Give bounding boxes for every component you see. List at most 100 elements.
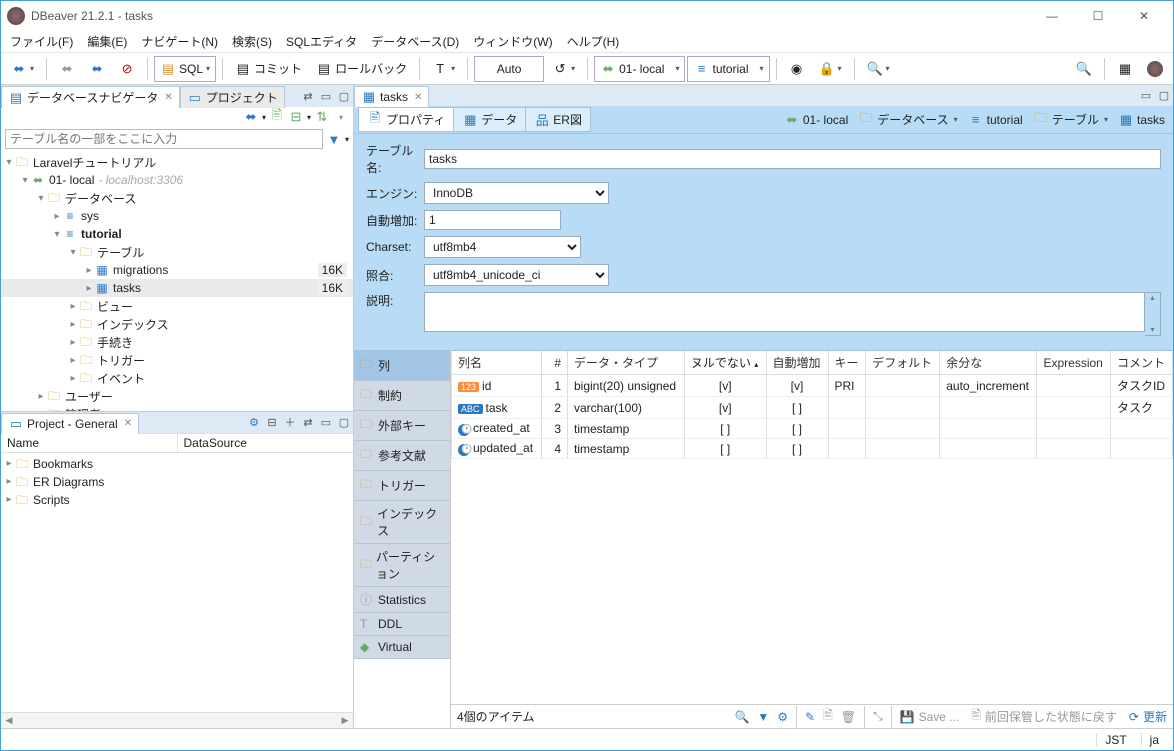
global-search-button[interactable]: 🔍 bbox=[1070, 56, 1098, 82]
project-tab[interactable]: ▭Project - General✕ bbox=[1, 413, 139, 434]
tree-item-root[interactable]: Laravelチュートリアル bbox=[33, 154, 156, 171]
minimize-button[interactable]: — bbox=[1029, 1, 1075, 31]
tree-item-databases[interactable]: データベース bbox=[65, 190, 136, 207]
input-autoinc[interactable] bbox=[424, 210, 561, 230]
grid-h-name[interactable]: 列名 bbox=[452, 351, 542, 375]
menu-sql[interactable]: SQLエディタ bbox=[279, 30, 364, 53]
minimize-view-icon[interactable]: ▭ bbox=[319, 415, 333, 429]
close-icon[interactable]: ✕ bbox=[124, 418, 132, 429]
sidetab-columns[interactable]: 🗀列 bbox=[354, 351, 450, 381]
tree-item-users[interactable]: ユーザー bbox=[65, 388, 113, 405]
menu-search[interactable]: 検索(S) bbox=[225, 30, 279, 53]
select-collation[interactable]: utf8mb4_unicode_ci bbox=[424, 264, 609, 286]
bc-tables[interactable]: 🗀テーブル▾ bbox=[1029, 109, 1112, 130]
table-row[interactable]: 🕐updated_at4timestamp[ ][ ] bbox=[452, 439, 1173, 459]
tree-item-tasks[interactable]: tasks bbox=[113, 281, 141, 295]
collapse-icon[interactable]: ⊟ bbox=[265, 415, 279, 429]
sidetab-ddl[interactable]: TDDL bbox=[354, 613, 450, 636]
connect-button[interactable]: ⬌ bbox=[53, 56, 81, 82]
menu-database[interactable]: データベース(D) bbox=[364, 30, 466, 53]
database-select[interactable]: ≡tutorial▾ bbox=[687, 56, 769, 82]
grid-h-num[interactable]: # bbox=[542, 351, 568, 375]
col-name-header[interactable]: Name bbox=[1, 434, 178, 452]
table-row[interactable]: ABCtask2varchar(100)[v][ ]タスク bbox=[452, 397, 1173, 419]
tab-db-navigator[interactable]: ▤データベースナビゲータ✕ bbox=[1, 86, 180, 108]
sidetab-refs[interactable]: 🗀参考文献 bbox=[354, 441, 450, 471]
bc-database-folder[interactable]: 🗀データベース▾ bbox=[854, 109, 961, 130]
grid-h-autoinc[interactable]: 自動増加 bbox=[766, 351, 828, 375]
new-conn-icon[interactable]: ⬌ bbox=[243, 109, 259, 125]
tree-item-tables[interactable]: テーブル bbox=[97, 244, 144, 261]
textarea-description[interactable] bbox=[424, 292, 1145, 332]
tree-item-tutorial[interactable]: tutorial bbox=[81, 227, 122, 241]
grid-h-type[interactable]: データ・タイプ bbox=[568, 351, 685, 375]
bc-tasks[interactable]: ▦tasks bbox=[1114, 110, 1169, 130]
sql-editor-button[interactable]: ▤SQL▾ bbox=[154, 56, 216, 82]
new-connection-button[interactable]: ⬌▾ bbox=[5, 56, 40, 82]
sidetab-constraints[interactable]: 🗀制約 bbox=[354, 381, 450, 411]
rollback-button[interactable]: ▤ロールバック bbox=[310, 56, 413, 82]
sidetab-stats[interactable]: ⓘStatistics bbox=[354, 587, 450, 613]
menu-help[interactable]: ヘルプ(H) bbox=[560, 30, 627, 53]
tree-item-views[interactable]: ビュー bbox=[97, 298, 133, 315]
project-bookmarks[interactable]: Bookmarks bbox=[33, 457, 93, 471]
tree-item-sys[interactable]: sys bbox=[81, 209, 99, 223]
project-scripts[interactable]: Scripts bbox=[33, 493, 70, 507]
tx-mode-button[interactable]: T▾ bbox=[426, 56, 461, 82]
refresh-icon[interactable]: ⟳ bbox=[1125, 710, 1143, 724]
grid-h-expr[interactable]: Expression bbox=[1037, 351, 1111, 375]
menu-edit[interactable]: 編集(E) bbox=[80, 30, 134, 53]
tree-item-connection[interactable]: 01- local bbox=[49, 173, 94, 187]
filter-icon[interactable]: ⇅ bbox=[314, 109, 330, 125]
project-erdiagrams[interactable]: ER Diagrams bbox=[33, 475, 104, 489]
maximize-view-icon[interactable]: ▢ bbox=[1157, 89, 1171, 103]
disconnect-button[interactable]: ⬌ bbox=[83, 56, 111, 82]
sidetab-indexes[interactable]: 🗀インデックス bbox=[354, 501, 450, 544]
edit-icon[interactable]: ✎ bbox=[801, 710, 819, 724]
editor-tab-tasks[interactable]: ▦tasks✕ bbox=[354, 86, 429, 107]
sidetab-triggers[interactable]: 🗀トリガー bbox=[354, 471, 450, 501]
menu-navigate[interactable]: ナビゲート(N) bbox=[134, 30, 225, 53]
subtab-properties[interactable]: 🖹プロパティ bbox=[358, 107, 454, 132]
sidetab-partitions[interactable]: 🗀パーティション bbox=[354, 544, 450, 587]
add-icon[interactable]: ＋ bbox=[283, 415, 297, 429]
dashboard-button[interactable]: ◉ bbox=[783, 56, 811, 82]
subtab-er[interactable]: 品ER図 bbox=[525, 107, 591, 132]
commit-button[interactable]: ▤コミット bbox=[229, 56, 308, 82]
close-icon[interactable]: ✕ bbox=[164, 92, 172, 103]
grid-h-notnull[interactable]: ヌルでない ▴ bbox=[684, 351, 766, 375]
grid-h-comment[interactable]: コメント bbox=[1110, 351, 1172, 375]
maximize-view-icon[interactable]: ▢ bbox=[337, 89, 351, 103]
perspective-button[interactable]: ▦ bbox=[1111, 56, 1139, 82]
link-icon[interactable]: ⇄ bbox=[301, 89, 315, 103]
select-engine[interactable]: InnoDB bbox=[424, 182, 609, 204]
input-table-name[interactable] bbox=[424, 149, 1161, 169]
gear-icon[interactable]: ⚙ bbox=[773, 710, 792, 724]
sidetab-fk[interactable]: 🗀外部キー bbox=[354, 411, 450, 441]
bc-tutorial[interactable]: ≡tutorial bbox=[964, 110, 1027, 130]
navigator-tree[interactable]: ▾🗀Laravelチュートリアル ▾⬌01- local- localhost:… bbox=[1, 151, 353, 411]
commit-mode-select[interactable]: Auto bbox=[474, 56, 544, 82]
search-icon[interactable]: 🔍 bbox=[730, 710, 753, 724]
tree-item-migrations[interactable]: migrations bbox=[113, 263, 168, 277]
menu-window[interactable]: ウィンドウ(W) bbox=[466, 30, 559, 53]
history-button[interactable]: ↺▾ bbox=[546, 56, 581, 82]
tree-item-indexes[interactable]: インデックス bbox=[97, 316, 169, 333]
funnel-icon[interactable]: ▼ bbox=[753, 710, 773, 724]
app-icon[interactable] bbox=[1141, 56, 1169, 82]
expand-icon[interactable]: ⤡ bbox=[869, 709, 887, 724]
maximize-view-icon[interactable]: ▢ bbox=[337, 415, 351, 429]
project-tree[interactable]: ▸🗀Bookmarks ▸🗀ER Diagrams ▸🗀Scripts bbox=[1, 453, 353, 713]
revert-icon[interactable]: 🖹 bbox=[967, 706, 985, 727]
collapse-icon[interactable]: ⊟ bbox=[288, 109, 304, 125]
tab-project[interactable]: ▭プロジェクト bbox=[180, 86, 285, 108]
maximize-button[interactable]: ☐ bbox=[1075, 1, 1121, 31]
connection-select[interactable]: ⬌01- local▾ bbox=[594, 56, 685, 82]
search-toolbar-button[interactable]: 🔍▾ bbox=[861, 56, 896, 82]
grid-h-default[interactable]: デフォルト bbox=[866, 351, 940, 375]
col-datasource-header[interactable]: DataSource bbox=[178, 434, 354, 452]
minimize-view-icon[interactable]: ▭ bbox=[1139, 89, 1153, 103]
menu-file[interactable]: ファイル(F) bbox=[3, 30, 80, 53]
delete-icon[interactable]: 🗑 bbox=[837, 710, 860, 724]
sidetab-virtual[interactable]: ◆Virtual bbox=[354, 636, 450, 659]
